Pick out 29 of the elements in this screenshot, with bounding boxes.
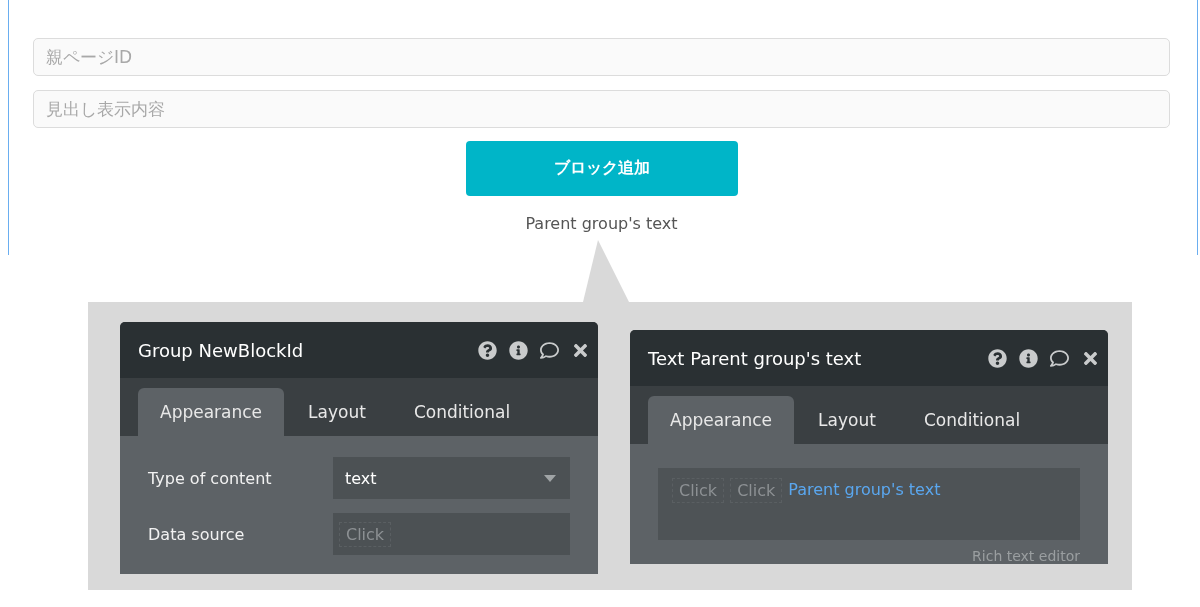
dynamic-expression[interactable]: Parent group's text bbox=[788, 478, 941, 501]
content-type-dropdown[interactable]: text bbox=[333, 457, 570, 499]
click-placeholder[interactable]: Click bbox=[672, 478, 725, 503]
comment-icon[interactable] bbox=[1050, 348, 1069, 368]
help-icon[interactable] bbox=[478, 340, 497, 360]
property-label: Data source bbox=[148, 524, 246, 544]
add-block-button[interactable]: ブロック追加 bbox=[465, 141, 738, 196]
info-icon[interactable] bbox=[1019, 348, 1038, 368]
panel-title: Group NewBlockId bbox=[138, 339, 305, 361]
caret-icon bbox=[544, 474, 556, 482]
help-icon[interactable] bbox=[988, 348, 1007, 368]
panel-title: Text Parent group's text bbox=[648, 347, 863, 369]
panel-tab[interactable]: Layout bbox=[794, 396, 900, 444]
click-placeholder[interactable]: Click bbox=[339, 521, 392, 547]
panel-tab[interactable]: Conditional bbox=[389, 388, 535, 436]
rich-text-field[interactable]: Click Click Parent group's text bbox=[658, 468, 1080, 540]
text-input[interactable]: 親ページID bbox=[33, 38, 1170, 76]
click-placeholder[interactable]: Click bbox=[730, 478, 783, 503]
caption-text: Parent group's text bbox=[525, 214, 678, 233]
property-label: Type of content bbox=[148, 468, 273, 488]
panel-tab[interactable]: Layout bbox=[284, 388, 390, 436]
panel-tab[interactable]: Appearance bbox=[648, 396, 795, 444]
panel-tab[interactable]: Appearance bbox=[138, 388, 285, 436]
data-source-field[interactable]: Click bbox=[333, 513, 570, 555]
panel-tab[interactable]: Conditional bbox=[899, 396, 1045, 444]
text-input[interactable]: 見出し表示内容 bbox=[33, 90, 1170, 128]
rich-text-editor-link[interactable]: Rich text editor bbox=[972, 548, 1080, 564]
comment-icon[interactable] bbox=[540, 340, 559, 360]
info-icon[interactable] bbox=[509, 340, 528, 360]
